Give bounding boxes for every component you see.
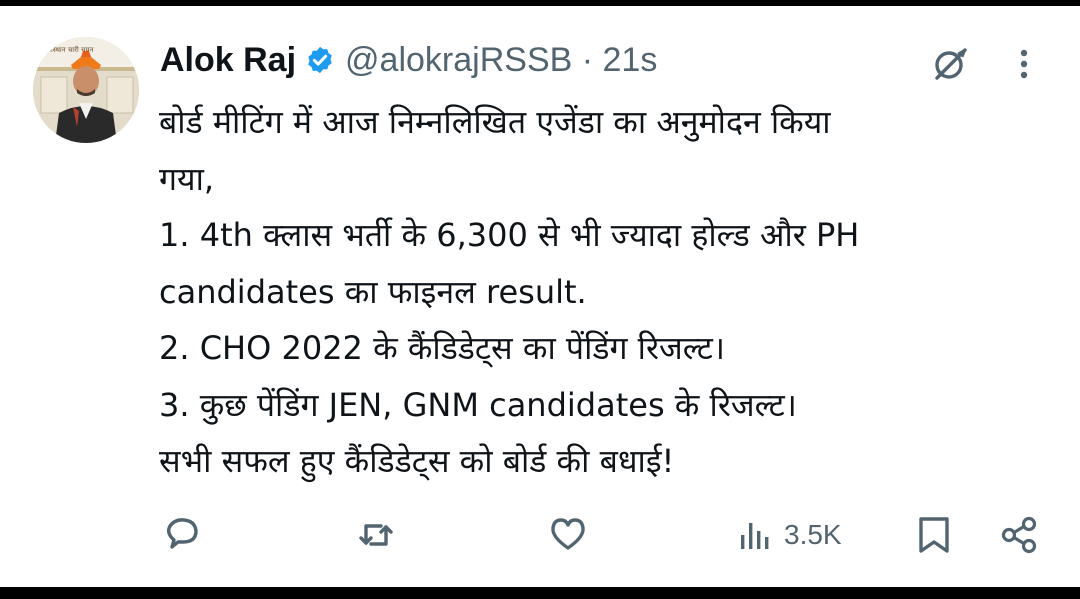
retweet-button[interactable] (354, 513, 398, 557)
tweet-text-line: सभी सफल हुए कैंडिडेट्स को बोर्ड की बधाई! (159, 442, 675, 480)
tweet-text-line: 3. कुछ पेंडिंग JEN, GNM candidates के रि… (159, 385, 797, 424)
grok-icon[interactable] (928, 42, 972, 86)
views-button[interactable]: 3.5K (738, 513, 842, 557)
bookmark-button[interactable] (914, 513, 954, 557)
screen-bottom-border (0, 587, 1080, 599)
share-icon (998, 513, 1042, 557)
author-handle-timestamp[interactable]: @alokrajRSSB · 21s (345, 41, 657, 80)
retweet-icon (354, 513, 398, 557)
like-icon (546, 513, 590, 557)
like-button[interactable] (546, 513, 590, 557)
avatar[interactable]: राजस्थान चारी चयन (33, 37, 139, 143)
tweet-text-line: गया, (159, 159, 215, 198)
views-icon (738, 513, 774, 557)
tweet-text-line: 2. CHO 2022 के कैंडिडेट्स का पेंडिंग रिज… (159, 329, 725, 367)
bookmark-icon (914, 513, 954, 557)
share-button[interactable] (998, 513, 1042, 557)
avatar-banner-text: राजस्थान चारी चयन (43, 46, 94, 54)
tweet-text-line: बोर्ड मीटिंग में आज निम्नलिखित एजेंडा का… (159, 103, 831, 141)
screen-top-border (0, 0, 1080, 6)
verified-badge-icon (305, 45, 335, 75)
reply-button[interactable] (160, 513, 204, 557)
reply-icon (160, 513, 204, 557)
tweet-text-line: 1. 4th क्लास भर्ती के 6,300 से भी ज्यादा… (159, 216, 860, 254)
tweet-text-line: candidates का फाइनल result. (159, 272, 587, 311)
author-name[interactable]: Alok Raj (160, 41, 296, 80)
more-options-icon[interactable] (1012, 42, 1036, 86)
views-count: 3.5K (784, 519, 842, 550)
action-bar: 3.5K (0, 505, 1080, 565)
tweet-text: बोर्ड मीटिंग में आज निम्नलिखित एजेंडा का… (159, 94, 1059, 490)
tweet-header: Alok Raj @alokrajRSSB · 21s (160, 30, 657, 90)
